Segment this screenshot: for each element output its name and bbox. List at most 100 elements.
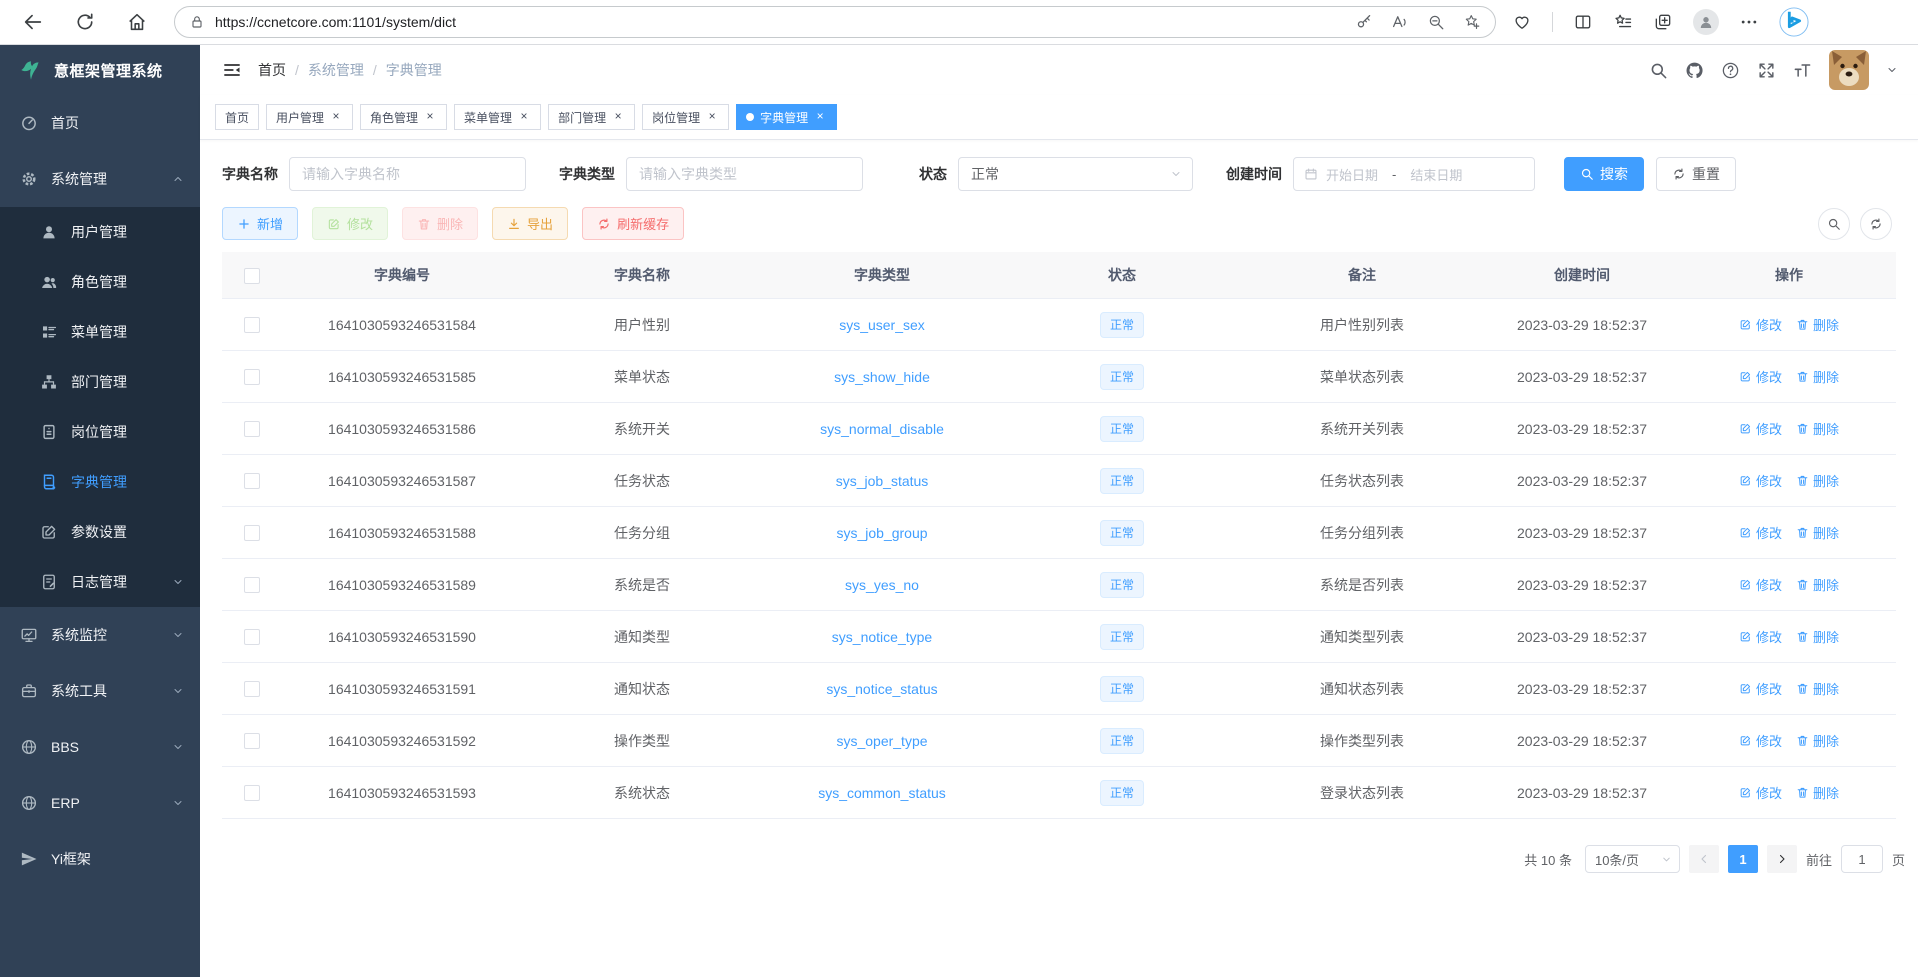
refresh-cache-button[interactable]: 刷新缓存 (582, 207, 684, 240)
dict-type-link[interactable]: sys_show_hide (834, 369, 930, 385)
dict-type-link[interactable]: sys_job_group (836, 525, 927, 541)
row-edit-link[interactable]: 修改 (1739, 575, 1782, 594)
sidebar-item-logs[interactable]: 日志管理 (0, 557, 200, 607)
dict-type-link[interactable]: sys_notice_type (832, 629, 932, 645)
tab-dict-mgmt[interactable]: 字典管理× (736, 104, 837, 130)
row-edit-link[interactable]: 修改 (1739, 783, 1782, 802)
row-edit-link[interactable]: 修改 (1739, 731, 1782, 750)
row-checkbox[interactable] (244, 369, 260, 385)
row-delete-link[interactable]: 删除 (1796, 627, 1839, 646)
row-edit-link[interactable]: 修改 (1739, 523, 1782, 542)
url-text[interactable]: https://ccnetcore.com:1101/system/dict (215, 14, 1355, 30)
sidebar-item-monitor[interactable]: 系统监控 (0, 607, 200, 663)
export-button[interactable]: 导出 (492, 207, 568, 240)
tab-close-icon[interactable]: × (705, 110, 719, 124)
dict-type-link[interactable]: sys_notice_status (826, 681, 937, 697)
date-range-picker[interactable]: 开始日期 - 结束日期 (1293, 157, 1535, 191)
row-edit-link[interactable]: 修改 (1739, 367, 1782, 386)
delete-button[interactable]: 删除 (402, 207, 478, 240)
help-icon[interactable] (1721, 61, 1740, 80)
search-button[interactable]: 搜索 (1564, 157, 1644, 191)
tab-role-mgmt[interactable]: 角色管理× (360, 104, 447, 130)
github-icon[interactable] (1685, 61, 1704, 80)
sidebar-item-menus[interactable]: 菜单管理 (0, 307, 200, 357)
tab-close-icon[interactable]: × (423, 110, 437, 124)
app-logo[interactable]: 意框架管理系统 (0, 45, 200, 95)
sidebar-item-roles[interactable]: 角色管理 (0, 257, 200, 307)
tab-close-icon[interactable]: × (813, 110, 827, 124)
current-page-button[interactable]: 1 (1728, 845, 1758, 873)
row-checkbox[interactable] (244, 629, 260, 645)
sidebar-item-bbs[interactable]: BBS (0, 719, 200, 775)
browser-back-icon[interactable] (22, 11, 44, 33)
bing-chat-icon[interactable] (1779, 7, 1809, 37)
tab-close-icon[interactable]: × (517, 110, 531, 124)
add-favorite-icon[interactable] (1463, 13, 1481, 31)
tab-home[interactable]: 首页 (215, 104, 259, 130)
sidebar-item-dict[interactable]: 字典管理 (0, 457, 200, 507)
sidebar-item-erp[interactable]: ERP (0, 775, 200, 831)
user-avatar[interactable] (1829, 50, 1869, 90)
add-button[interactable]: 新增 (222, 207, 298, 240)
reset-button[interactable]: 重置 (1656, 157, 1736, 191)
collapse-sidebar-icon[interactable] (222, 60, 242, 80)
row-checkbox[interactable] (244, 785, 260, 801)
browser-essentials-icon[interactable] (1512, 12, 1532, 32)
tab-close-icon[interactable]: × (611, 110, 625, 124)
row-delete-link[interactable]: 删除 (1796, 315, 1839, 334)
browser-refresh-icon[interactable] (74, 11, 96, 33)
end-date-placeholder[interactable]: 结束日期 (1410, 165, 1462, 184)
collections-icon[interactable] (1653, 12, 1673, 32)
sidebar-item-departments[interactable]: 部门管理 (0, 357, 200, 407)
read-aloud-icon[interactable] (1391, 13, 1409, 31)
dict-name-input[interactable] (289, 157, 526, 191)
row-edit-link[interactable]: 修改 (1739, 679, 1782, 698)
row-delete-link[interactable]: 删除 (1796, 419, 1839, 438)
dict-type-link[interactable]: sys_oper_type (836, 733, 927, 749)
start-date-placeholder[interactable]: 开始日期 (1326, 165, 1378, 184)
row-delete-link[interactable]: 删除 (1796, 783, 1839, 802)
edit-button[interactable]: 修改 (312, 207, 388, 240)
sidebar-item-users[interactable]: 用户管理 (0, 207, 200, 257)
row-edit-link[interactable]: 修改 (1739, 471, 1782, 490)
sidebar-item-posts[interactable]: 岗位管理 (0, 407, 200, 457)
dict-type-link[interactable]: sys_yes_no (845, 577, 919, 593)
avatar-caret-down-icon[interactable] (1886, 64, 1898, 76)
zoom-out-icon[interactable] (1427, 13, 1445, 31)
dict-type-input[interactable] (626, 157, 863, 191)
row-checkbox[interactable] (244, 577, 260, 593)
row-checkbox[interactable] (244, 733, 260, 749)
tab-menu-mgmt[interactable]: 菜单管理× (454, 104, 541, 130)
search-icon[interactable] (1649, 61, 1668, 80)
page-size-select[interactable]: 10条/页 (1585, 845, 1680, 873)
dict-type-link[interactable]: sys_job_status (836, 473, 929, 489)
row-edit-link[interactable]: 修改 (1739, 419, 1782, 438)
row-edit-link[interactable]: 修改 (1739, 315, 1782, 334)
dict-type-link[interactable]: sys_user_sex (839, 317, 925, 333)
row-delete-link[interactable]: 删除 (1796, 679, 1839, 698)
prev-page-button[interactable] (1689, 845, 1719, 873)
next-page-button[interactable] (1767, 845, 1797, 873)
row-checkbox[interactable] (244, 473, 260, 489)
status-select[interactable]: 正常 (958, 157, 1193, 191)
lock-icon[interactable] (189, 14, 205, 30)
row-edit-link[interactable]: 修改 (1739, 627, 1782, 646)
row-delete-link[interactable]: 删除 (1796, 367, 1839, 386)
sidebar-item-yi-framework[interactable]: Yi框架 (0, 831, 200, 887)
fullscreen-icon[interactable] (1757, 61, 1776, 80)
row-delete-link[interactable]: 删除 (1796, 523, 1839, 542)
browser-menu-dots-icon[interactable] (1739, 12, 1759, 32)
font-size-icon[interactable] (1793, 61, 1812, 80)
tab-user-mgmt[interactable]: 用户管理× (266, 104, 353, 130)
split-screen-icon[interactable] (1573, 12, 1593, 32)
dict-type-link[interactable]: sys_normal_disable (820, 421, 944, 437)
show-search-toggle-button[interactable] (1818, 208, 1850, 240)
refresh-table-button[interactable] (1860, 208, 1892, 240)
row-checkbox[interactable] (244, 525, 260, 541)
row-delete-link[interactable]: 删除 (1796, 731, 1839, 750)
favorites-icon[interactable] (1613, 12, 1633, 32)
sidebar-item-tools[interactable]: 系统工具 (0, 663, 200, 719)
browser-home-icon[interactable] (126, 11, 148, 33)
address-bar[interactable]: https://ccnetcore.com:1101/system/dict (174, 6, 1496, 38)
tab-close-icon[interactable]: × (329, 110, 343, 124)
